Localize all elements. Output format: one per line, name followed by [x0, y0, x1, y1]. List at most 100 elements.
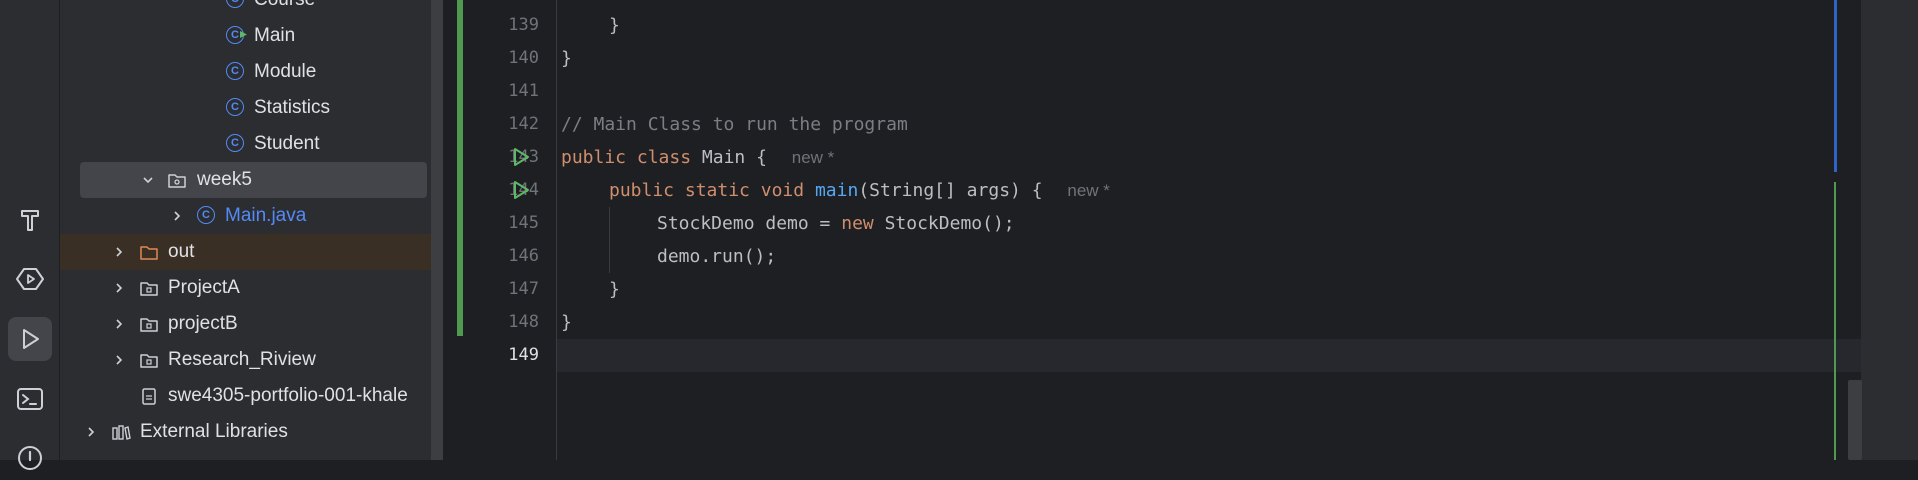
run-class-icon[interactable]: [511, 147, 531, 167]
keyword: new: [841, 213, 874, 234]
tree-item-external-libraries[interactable]: External Libraries: [60, 414, 443, 450]
line-number: 148: [508, 312, 539, 332]
keyword: class: [636, 147, 692, 168]
tree-item-label: projectB: [168, 313, 238, 334]
line-number-current: 149: [508, 345, 539, 365]
run-icon[interactable]: [8, 317, 52, 361]
code-text: (String[] args) {: [858, 180, 1054, 201]
line-number: 146: [508, 246, 539, 266]
method-name: main: [814, 180, 859, 201]
code-line[interactable]: demo.run();: [657, 240, 776, 273]
terminal-icon[interactable]: [8, 377, 52, 421]
inlay-author-hint[interactable]: new *: [792, 148, 835, 167]
library-icon: [112, 425, 131, 440]
folder-icon: [140, 246, 158, 260]
chevron-down-icon[interactable]: [142, 174, 154, 186]
chevron-right-icon[interactable]: [171, 210, 183, 222]
tree-item-module[interactable]: C Module: [60, 54, 443, 90]
code-text: }: [561, 48, 572, 69]
line-number: 141: [508, 81, 539, 101]
code-line[interactable]: StockDemo demo = new StockDemo();: [657, 207, 1015, 240]
line-number: 139: [508, 15, 539, 35]
tree-item-label: ProjectA: [168, 277, 240, 298]
class-icon: C: [226, 134, 244, 152]
tree-item-week5[interactable]: week5: [60, 162, 443, 198]
tree-item-label: week5: [197, 169, 252, 190]
code-line[interactable]: }: [561, 306, 572, 339]
tree-item-label: Main: [254, 25, 296, 46]
chevron-right-icon[interactable]: [113, 282, 125, 294]
tree-item-main-java[interactable]: C Main.java: [60, 198, 443, 234]
inlay-author-hint[interactable]: new *: [1067, 181, 1110, 200]
package-icon: [168, 174, 186, 188]
panel-divider[interactable]: [431, 0, 443, 460]
code-text: }: [561, 312, 572, 333]
line-number: 142: [508, 114, 539, 134]
code-line[interactable]: }: [609, 273, 620, 306]
code-line[interactable]: public static void main(String[] args) {…: [609, 174, 1110, 207]
tool-window-bar: [0, 0, 60, 470]
code-line[interactable]: // Main Class to run the program: [561, 108, 908, 141]
tree-item-statistics[interactable]: C Statistics: [60, 90, 443, 126]
line-number: 145: [508, 213, 539, 233]
tree-item-research-riview[interactable]: Research_Riview: [60, 342, 443, 378]
added-stripe: [1834, 182, 1836, 460]
chevron-right-icon[interactable]: [85, 426, 97, 438]
keyword: public: [561, 147, 627, 168]
run-main-icon[interactable]: [511, 180, 531, 200]
code-text: }: [609, 279, 620, 300]
problems-icon[interactable]: [8, 436, 52, 480]
build-icon[interactable]: [8, 198, 52, 242]
modified-stripe: [1834, 0, 1837, 172]
file-icon: [142, 388, 156, 405]
class-icon: C: [197, 206, 215, 224]
chevron-right-icon[interactable]: [113, 318, 125, 330]
tree-item-label: Course: [254, 0, 315, 18]
run-marker-icon: [240, 31, 247, 38]
code-text: Main {: [691, 147, 778, 168]
keyword: public: [609, 180, 675, 201]
editor-scrollbar[interactable]: [1848, 380, 1862, 460]
indent-guide: [609, 207, 610, 273]
code-text: }: [609, 15, 620, 36]
tree-item-label: swe4305-portfolio-001-khale: [168, 385, 408, 406]
code-text: StockDemo demo =: [657, 213, 842, 234]
code-line[interactable]: public class Main { new *: [561, 141, 834, 174]
tree-item-course[interactable]: C Course: [60, 0, 443, 18]
module-folder-icon: [140, 318, 158, 332]
project-tree: C Course C Main C Module C Statistics C …: [60, 0, 443, 460]
tree-item-label: Research_Riview: [168, 349, 316, 370]
keyword: static: [684, 180, 750, 201]
code-editor[interactable]: 139 140 141 142 143 144 145 146 147 148 …: [443, 0, 1918, 460]
tree-item-projecta[interactable]: ProjectA: [60, 270, 443, 306]
code-line[interactable]: }: [561, 42, 572, 75]
tree-item-label: Module: [254, 61, 317, 82]
tree-item-projectb[interactable]: projectB: [60, 306, 443, 342]
keyword: void: [760, 180, 805, 201]
line-number: 147: [508, 279, 539, 299]
code-line[interactable]: }: [609, 9, 620, 42]
gutter-separator: [556, 0, 557, 460]
class-icon: C: [226, 98, 244, 116]
services-icon[interactable]: [8, 257, 52, 301]
current-line-highlight: [557, 339, 1878, 372]
tree-item-main[interactable]: C Main: [60, 18, 443, 54]
class-icon: C: [226, 62, 244, 80]
chevron-right-icon[interactable]: [113, 354, 125, 366]
module-folder-icon: [140, 282, 158, 296]
tree-item-out[interactable]: out: [60, 234, 443, 270]
class-icon: C: [226, 0, 244, 8]
code-text: demo.run();: [657, 246, 777, 267]
tree-item-label: Student: [254, 133, 320, 154]
line-number: 140: [508, 48, 539, 68]
tree-item-label: Main.java: [225, 205, 307, 226]
module-folder-icon: [140, 354, 158, 368]
tree-item-label: External Libraries: [140, 421, 288, 442]
code-comment: // Main Class to run the program: [561, 114, 908, 135]
code-text: StockDemo();: [873, 213, 1015, 234]
tree-item-label: Statistics: [254, 97, 331, 118]
right-tool-strip: [1861, 0, 1918, 460]
tree-item-student[interactable]: C Student: [60, 126, 443, 162]
chevron-right-icon[interactable]: [113, 246, 125, 258]
tree-item-iml-file[interactable]: swe4305-portfolio-001-khale: [60, 378, 443, 414]
